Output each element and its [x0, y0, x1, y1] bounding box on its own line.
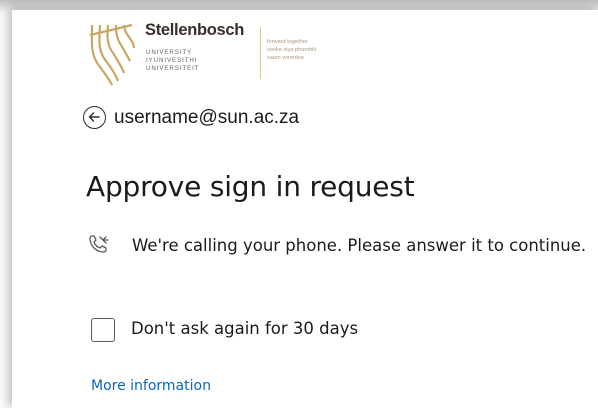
more-information-link[interactable]: More information [91, 378, 211, 394]
university-subtitle-afrikaans: UNIVERSITEIT [146, 65, 200, 72]
page-title: Approve sign in request [86, 170, 415, 203]
back-button[interactable] [83, 106, 106, 129]
logo-tagline-line: sonke siya phambili [267, 47, 316, 53]
phone-calling-icon [89, 235, 109, 253]
call-status-message: We're calling your phone. Please answer … [132, 236, 587, 255]
remember-device-label[interactable]: Don't ask again for 30 days [131, 319, 358, 338]
university-crest-icon [89, 23, 136, 86]
logo-divider [260, 27, 261, 79]
sign-in-card: Stellenbosch UNIVERSITY IYUNIVESITHI UNI… [12, 10, 598, 408]
university-logo: Stellenbosch UNIVERSITY IYUNIVESITHI UNI… [86, 21, 366, 87]
account-identity: username@sun.ac.za [114, 107, 300, 128]
logo-tagline-line: forward together [267, 39, 308, 45]
remember-device-checkbox[interactable] [91, 318, 115, 342]
university-subtitle-english: UNIVERSITY [146, 49, 193, 56]
university-subtitle-xhosa: IYUNIVESITHI [146, 57, 198, 64]
arrow-left-icon [88, 112, 100, 122]
remember-device-option[interactable]: Don't ask again for 30 days [91, 318, 511, 344]
logo-tagline-line: saam vorentoe [267, 55, 305, 61]
window-frame: Stellenbosch UNIVERSITY IYUNIVESITHI UNI… [0, 0, 598, 408]
university-name: Stellenbosch [145, 21, 245, 39]
